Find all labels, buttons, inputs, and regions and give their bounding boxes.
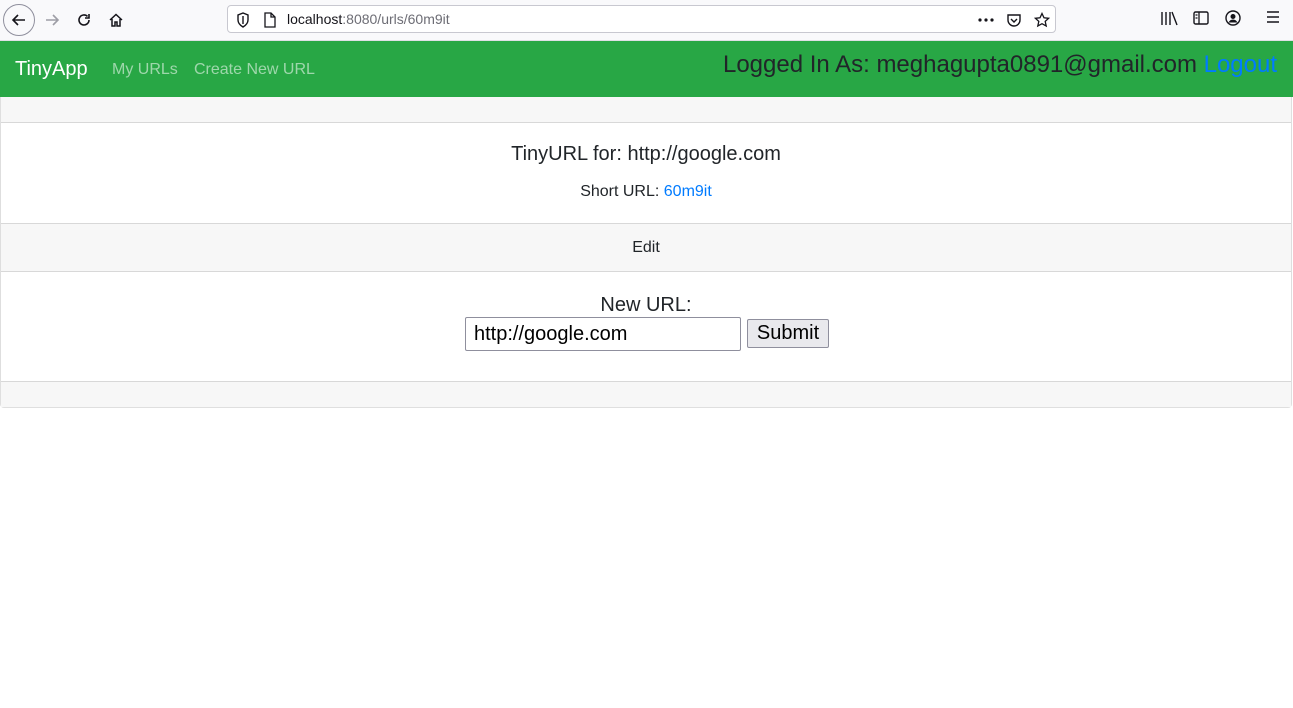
edit-heading: Edit [632, 239, 660, 256]
edit-section-header: Edit [1, 223, 1291, 272]
new-url-input[interactable] [465, 317, 741, 351]
short-url-label: Short URL: [580, 183, 660, 200]
logged-in-status: Logged In As: meghagupta0891@gmail.com [722, 51, 1197, 78]
url-path: :8080/urls/60m9it [342, 11, 450, 27]
pocket-icon[interactable] [1006, 12, 1022, 28]
logout-link[interactable]: Logout [1204, 51, 1277, 79]
card-header [1, 97, 1291, 123]
brand-link[interactable]: TinyApp [15, 58, 88, 81]
star-icon[interactable] [1034, 12, 1050, 28]
new-url-label: New URL: [600, 294, 692, 316]
browser-toolbar: localhost:8080/urls/60m9it [0, 0, 1293, 41]
submit-button[interactable]: Submit [747, 319, 829, 348]
shield-icon[interactable] [236, 12, 250, 28]
short-url-line: Short URL: 60m9it [1, 183, 1291, 201]
forward-arrow-icon [46, 14, 60, 26]
reload-button[interactable] [68, 4, 100, 36]
nav-create-new-url[interactable]: Create New URL [194, 61, 315, 79]
page-icon[interactable] [264, 12, 276, 28]
menu-icon[interactable] [1266, 10, 1280, 24]
home-icon [109, 13, 123, 27]
account-icon[interactable] [1225, 10, 1241, 26]
home-button[interactable] [100, 4, 132, 36]
url-text[interactable]: localhost:8080/urls/60m9it [287, 11, 450, 27]
card-footer [1, 381, 1291, 407]
reload-icon [78, 14, 90, 26]
card-title: TinyURL for: http://google.com [511, 143, 781, 165]
nav-my-urls[interactable]: My URLs [112, 61, 178, 79]
sidebar-icon[interactable] [1193, 10, 1209, 26]
forward-button[interactable] [36, 4, 68, 36]
url-bar[interactable]: localhost:8080/urls/60m9it [227, 5, 1056, 33]
app-navbar: TinyApp My URLs Create New URL Logged In… [0, 41, 1293, 97]
more-icon[interactable] [978, 18, 994, 22]
url-host: localhost [287, 11, 343, 27]
back-button[interactable] [3, 4, 35, 36]
back-arrow-icon [11, 14, 25, 26]
url-card: TinyURL for: http://google.com Short URL… [0, 97, 1292, 408]
library-icon[interactable] [1160, 10, 1178, 26]
short-url-link[interactable]: 60m9it [664, 183, 712, 200]
